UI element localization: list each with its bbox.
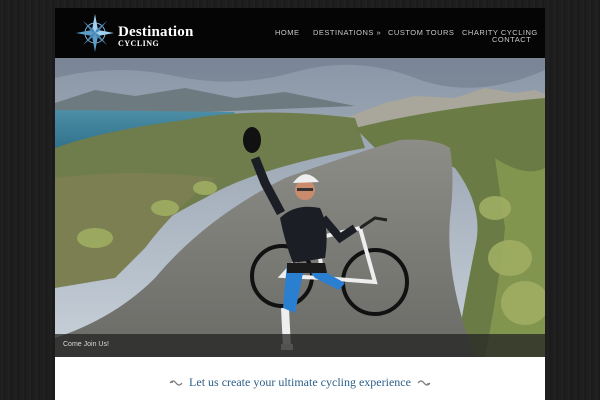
tagline-section: Let us create your ultimate cycling expe… xyxy=(55,357,545,400)
page: { "brand": { "name": "Destination", "sub… xyxy=(0,0,600,400)
site-container: Destination CYCLING HOME DESTINATIONS » … xyxy=(55,8,545,400)
slide-caption: Come Join Us! xyxy=(63,341,109,348)
nav-home[interactable]: HOME xyxy=(275,28,300,37)
compass-star-icon xyxy=(76,14,114,52)
nav-custom-tours[interactable]: CUSTOM TOURS xyxy=(388,28,454,37)
tagline: Let us create your ultimate cycling expe… xyxy=(55,375,545,390)
flourish-right-icon xyxy=(417,380,431,386)
logo[interactable]: Destination CYCLING xyxy=(75,14,245,52)
brand-subtitle: CYCLING xyxy=(118,39,160,48)
hero-slider[interactable]: Come Join Us! xyxy=(55,58,545,357)
nav-destinations[interactable]: DESTINATIONS » xyxy=(313,28,381,37)
tagline-text: Let us create your ultimate cycling expe… xyxy=(189,375,411,389)
slide-caption-bar: Come Join Us! xyxy=(55,334,545,357)
hero-photo xyxy=(55,58,545,357)
flourish-left-icon xyxy=(169,380,183,386)
site-header: Destination CYCLING HOME DESTINATIONS » … xyxy=(55,8,545,58)
nav-contact[interactable]: CONTACT xyxy=(492,35,531,44)
